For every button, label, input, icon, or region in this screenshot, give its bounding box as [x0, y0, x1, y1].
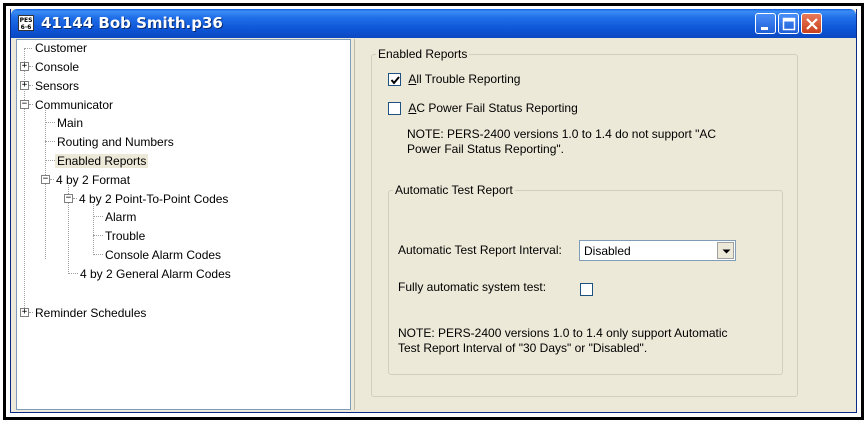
- ac-power-fail-checkbox[interactable]: [388, 102, 401, 116]
- tree-item-point-to-point-codes[interactable]: 4 by 2 Point-To-Point Codes: [77, 191, 230, 207]
- settings-panel: Enabled Reports All Trouble Reporting AC…: [354, 39, 854, 410]
- tree-item-general-alarm-codes[interactable]: 4 by 2 General Alarm Codes: [78, 266, 233, 282]
- collapse-communicator-icon[interactable]: −: [20, 100, 29, 109]
- close-icon: [806, 18, 818, 30]
- tree-item-label: Alarm: [105, 210, 137, 224]
- tree-item-customer[interactable]: Customer: [33, 40, 89, 56]
- all-trouble-reporting-checkbox[interactable]: [388, 73, 401, 87]
- tree-item-label: 4 by 2 Format: [56, 173, 131, 187]
- tree-item-label: Routing and Numbers: [57, 135, 174, 149]
- window-title: 41144 Bob Smith.p36: [41, 14, 223, 32]
- ac-power-note: NOTE: PERS-2400 versions 1.0 to 1.4 do n…: [407, 127, 717, 156]
- chevron-down-icon[interactable]: [717, 242, 734, 259]
- expand-console-icon[interactable]: +: [20, 62, 29, 71]
- fully-automatic-checkbox[interactable]: [580, 283, 593, 296]
- navigation-tree[interactable]: + + − − − + Customer Console Sensors Com…: [16, 39, 351, 410]
- tree-item-reminder-schedules[interactable]: Reminder Schedules: [33, 305, 148, 321]
- minimize-icon: [761, 27, 768, 30]
- tree-item-communicator[interactable]: Communicator: [33, 97, 115, 113]
- tree-item-label: Sensors: [35, 79, 80, 93]
- screenshot-frame: PES 6·6 41144 Bob Smith.p36 + + − − − + …: [3, 3, 864, 420]
- maximize-icon: [782, 17, 796, 31]
- tree-item-label: Trouble: [105, 229, 146, 243]
- expand-reminder-schedules-icon[interactable]: +: [20, 308, 29, 317]
- maximize-button[interactable]: [778, 13, 799, 34]
- tree-item-main[interactable]: Main: [55, 115, 85, 131]
- interval-select[interactable]: Disabled: [579, 240, 736, 261]
- tree-item-enabled-reports[interactable]: Enabled Reports: [55, 153, 149, 169]
- tree-item-label: Main: [57, 116, 84, 130]
- tree-item-console-alarm-codes[interactable]: Console Alarm Codes: [103, 247, 223, 263]
- title-bar[interactable]: PES 6·6 41144 Bob Smith.p36: [11, 9, 856, 38]
- tree-item-label: 4 by 2 Point-To-Point Codes: [79, 192, 229, 206]
- collapse-point-to-point-icon[interactable]: −: [64, 194, 73, 203]
- tree-item-trouble[interactable]: Trouble: [103, 228, 147, 244]
- checkmark-icon: [390, 76, 400, 85]
- app-window: PES 6·6 41144 Bob Smith.p36 + + − − − + …: [10, 9, 857, 413]
- tree-item-label: Reminder Schedules: [35, 306, 147, 320]
- tree-item-4by2-format[interactable]: 4 by 2 Format: [54, 172, 132, 188]
- ac-power-fail-label: AC Power Fail Status Reporting: [408, 101, 578, 115]
- tree-item-label: Communicator: [35, 98, 114, 112]
- tree-item-label: Console Alarm Codes: [105, 248, 222, 262]
- tree-item-label: 4 by 2 General Alarm Codes: [80, 267, 231, 281]
- automatic-test-report-legend: Automatic Test Report: [395, 183, 513, 197]
- minimize-button[interactable]: [755, 13, 776, 34]
- interval-label: Automatic Test Report Interval:: [398, 243, 562, 257]
- automatic-test-note: NOTE: PERS-2400 versions 1.0 to 1.4 only…: [398, 326, 728, 355]
- all-trouble-reporting-label: All Trouble Reporting: [408, 72, 521, 86]
- collapse-4by2-format-icon[interactable]: −: [41, 175, 50, 184]
- enabled-reports-legend: Enabled Reports: [378, 47, 468, 61]
- interval-select-value: Disabled: [584, 244, 631, 258]
- tree-item-label: Console: [35, 60, 80, 74]
- app-icon: PES 6·6: [18, 15, 34, 31]
- tree-item-label: Customer: [35, 41, 88, 55]
- close-button[interactable]: [801, 13, 822, 34]
- fully-automatic-label: Fully automatic system test:: [398, 280, 547, 294]
- tree-item-console[interactable]: Console: [33, 59, 81, 75]
- ac-power-fail-row[interactable]: AC Power Fail Status Reporting: [388, 101, 578, 116]
- expand-sensors-icon[interactable]: +: [20, 81, 29, 90]
- tree-item-routing-and-numbers[interactable]: Routing and Numbers: [55, 134, 176, 150]
- tree-item-alarm[interactable]: Alarm: [103, 209, 138, 225]
- tree-item-label: Enabled Reports: [55, 154, 149, 168]
- tree-item-sensors[interactable]: Sensors: [33, 78, 81, 94]
- all-trouble-reporting-row[interactable]: All Trouble Reporting: [388, 72, 521, 87]
